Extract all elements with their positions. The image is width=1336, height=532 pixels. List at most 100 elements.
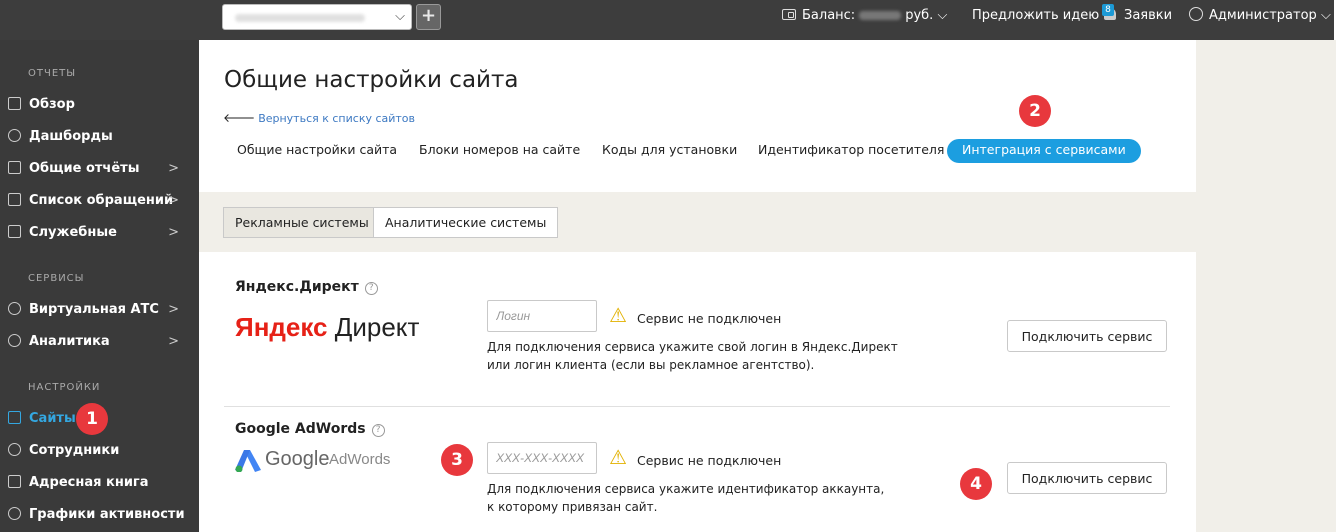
chevron-right-icon: > <box>168 334 179 349</box>
sidebar-item-label: Общие отчёты <box>29 161 140 176</box>
chevron-right-icon: > <box>168 302 179 317</box>
yandex-description: Для подключения сервиса укажите свой лог… <box>487 338 907 374</box>
requests-link[interactable]: Заявки <box>1104 0 1172 32</box>
yandex-login-input[interactable] <box>487 300 597 332</box>
sidebar-item-label: Список обращений <box>29 193 174 208</box>
sidebar-section-reports: ОТЧЕТЫ <box>28 68 77 79</box>
chevron-down-icon: ⌵ <box>937 8 948 23</box>
divider <box>224 406 1170 407</box>
sidebar-item-calls-list[interactable]: Список обращений > <box>8 189 193 213</box>
description-line: Для подключения сервиса укажите свой лог… <box>487 340 898 354</box>
balance-label: Баланс: <box>802 8 856 23</box>
sidebar-item-label: Графики активности <box>29 507 185 522</box>
logo-text: Директ <box>334 312 420 342</box>
back-link-label: Вернуться к списку сайтов <box>258 112 416 125</box>
sidebar-item-service[interactable]: Служебные > <box>8 221 193 245</box>
pie-chart-icon <box>8 129 21 142</box>
chevron-down-icon: ⌵ <box>395 9 405 24</box>
sidebar-item-label: Служебные <box>29 225 117 240</box>
wallet-icon <box>782 9 796 20</box>
chevron-right-icon: > <box>168 225 179 240</box>
service-name-yandex-direct: Яндекс.Директ? <box>235 279 378 295</box>
sidebar-item-activity-charts[interactable]: Графики активности <box>8 503 193 527</box>
connect-adwords-button[interactable]: Подключить сервис <box>1007 462 1167 494</box>
chevron-right-icon: > <box>168 193 179 208</box>
tab-visitor-id[interactable]: Идентификатор посетителя <box>758 139 944 163</box>
gear-icon <box>8 334 21 347</box>
address-book-icon <box>8 475 21 488</box>
sidebar: ОТЧЕТЫ Обзор Дашборды Общие отчёты > Спис… <box>0 40 199 532</box>
description-line: Для подключения сервиса укажите идентифи… <box>487 482 885 496</box>
arrow-left-icon: 🡐 <box>223 111 256 125</box>
marker-4: 4 <box>960 468 992 500</box>
service-name-google-adwords: Google AdWords? <box>235 421 385 437</box>
back-to-sites-link[interactable]: 🡐 Вернуться к списку сайтов <box>223 110 415 125</box>
sidebar-item-address-book[interactable]: Адресная книга <box>8 471 193 495</box>
description-line: к которому привязан сайт. <box>487 500 658 514</box>
adwords-description: Для подключения сервиса укажите идентифи… <box>487 480 907 516</box>
requests-label: Заявки <box>1124 8 1173 23</box>
sidebar-item-label: Сотрудники <box>29 443 120 458</box>
page-title: Общие настройки сайта <box>224 67 519 93</box>
logo-text: Яндекс <box>235 312 328 342</box>
top-bar: ⌵ + Баланс: руб. ⌵ Предложить идею Заявки… <box>0 0 1336 40</box>
balance-value <box>859 11 902 20</box>
chevron-down-icon: ⌵ <box>1320 8 1331 23</box>
connect-yandex-button[interactable]: Подключить сервис <box>1007 320 1167 352</box>
subnav-bar: Рекламные системы Аналитические системы <box>199 192 1196 252</box>
subtab-ad-systems[interactable]: Рекламные системы <box>223 207 381 238</box>
tab-install-codes[interactable]: Коды для установки <box>602 139 737 163</box>
user-icon <box>1189 7 1203 21</box>
sidebar-item-label: Сайты <box>29 411 76 426</box>
description-line: или логин клиента (если вы рекламное аге… <box>487 358 815 372</box>
marker-3: 3 <box>441 444 473 476</box>
admin-menu[interactable]: Администратор ⌵ <box>1189 0 1331 32</box>
balance-currency: руб. <box>905 8 934 23</box>
sidebar-item-virtual-pbx[interactable]: Виртуальная АТС > <box>8 298 193 322</box>
sidebar-item-overview[interactable]: Обзор <box>8 93 193 117</box>
site-select-value <box>235 14 365 22</box>
sidebar-section-settings: НАСТРОЙКИ <box>28 382 101 393</box>
service-name-label: Яндекс.Директ <box>235 279 359 295</box>
sidebar-item-employees[interactable]: Сотрудники <box>8 439 193 463</box>
tab-services-integration[interactable]: Интеграция с сервисами <box>947 139 1141 163</box>
subtab-analytics-systems[interactable]: Аналитические системы <box>373 207 559 238</box>
add-site-button[interactable]: + <box>416 4 441 30</box>
right-panel <box>1196 40 1336 532</box>
sidebar-item-label: Адресная книга <box>29 475 149 490</box>
admin-label: Администратор <box>1209 8 1317 23</box>
chart-icon <box>8 161 21 174</box>
tab-number-blocks[interactable]: Блоки номеров на сайте <box>419 139 580 163</box>
warning-icon: ⚠ <box>609 303 627 327</box>
adwords-account-id-input[interactable] <box>487 442 597 474</box>
requests-count-badge: 8 <box>1102 4 1114 16</box>
service-name-label: Google AdWords <box>235 421 366 437</box>
logo-text: AdWords <box>329 451 391 468</box>
yandex-status-text: Сервис не подключен <box>637 311 782 326</box>
sidebar-item-label: Дашборды <box>29 129 113 144</box>
balance-menu[interactable]: Баланс: руб. ⌵ <box>782 0 947 32</box>
marker-1: 1 <box>76 403 108 435</box>
help-icon[interactable]: ? <box>371 424 385 437</box>
list-icon <box>8 193 21 206</box>
info-icon <box>8 97 21 110</box>
sidebar-item-label: Аналитика <box>29 334 110 349</box>
users-icon <box>8 443 21 456</box>
marker-2: 2 <box>1019 95 1051 127</box>
adwords-status-text: Сервис не подключен <box>637 453 782 468</box>
yandex-direct-logo: Яндекс Директ <box>235 312 419 343</box>
site-select[interactable]: ⌵ <box>222 4 412 30</box>
warning-icon: ⚠ <box>609 445 627 469</box>
suggest-idea-link[interactable]: Предложить идею <box>972 0 1099 32</box>
help-icon[interactable]: ? <box>364 282 378 295</box>
sidebar-section-services: СЕРВИСЫ <box>28 273 85 284</box>
sidebar-item-label: Обзор <box>29 97 75 112</box>
clock-icon <box>8 507 21 520</box>
phone-icon <box>8 302 21 315</box>
sidebar-item-general-reports[interactable]: Общие отчёты > <box>8 157 193 181</box>
sidebar-item-analytics[interactable]: Аналитика > <box>8 330 193 354</box>
site-icon <box>8 411 21 424</box>
tab-general-settings[interactable]: Общие настройки сайта <box>237 139 397 163</box>
sidebar-item-dashboards[interactable]: Дашборды <box>8 125 193 149</box>
adwords-mark-icon <box>235 450 261 472</box>
